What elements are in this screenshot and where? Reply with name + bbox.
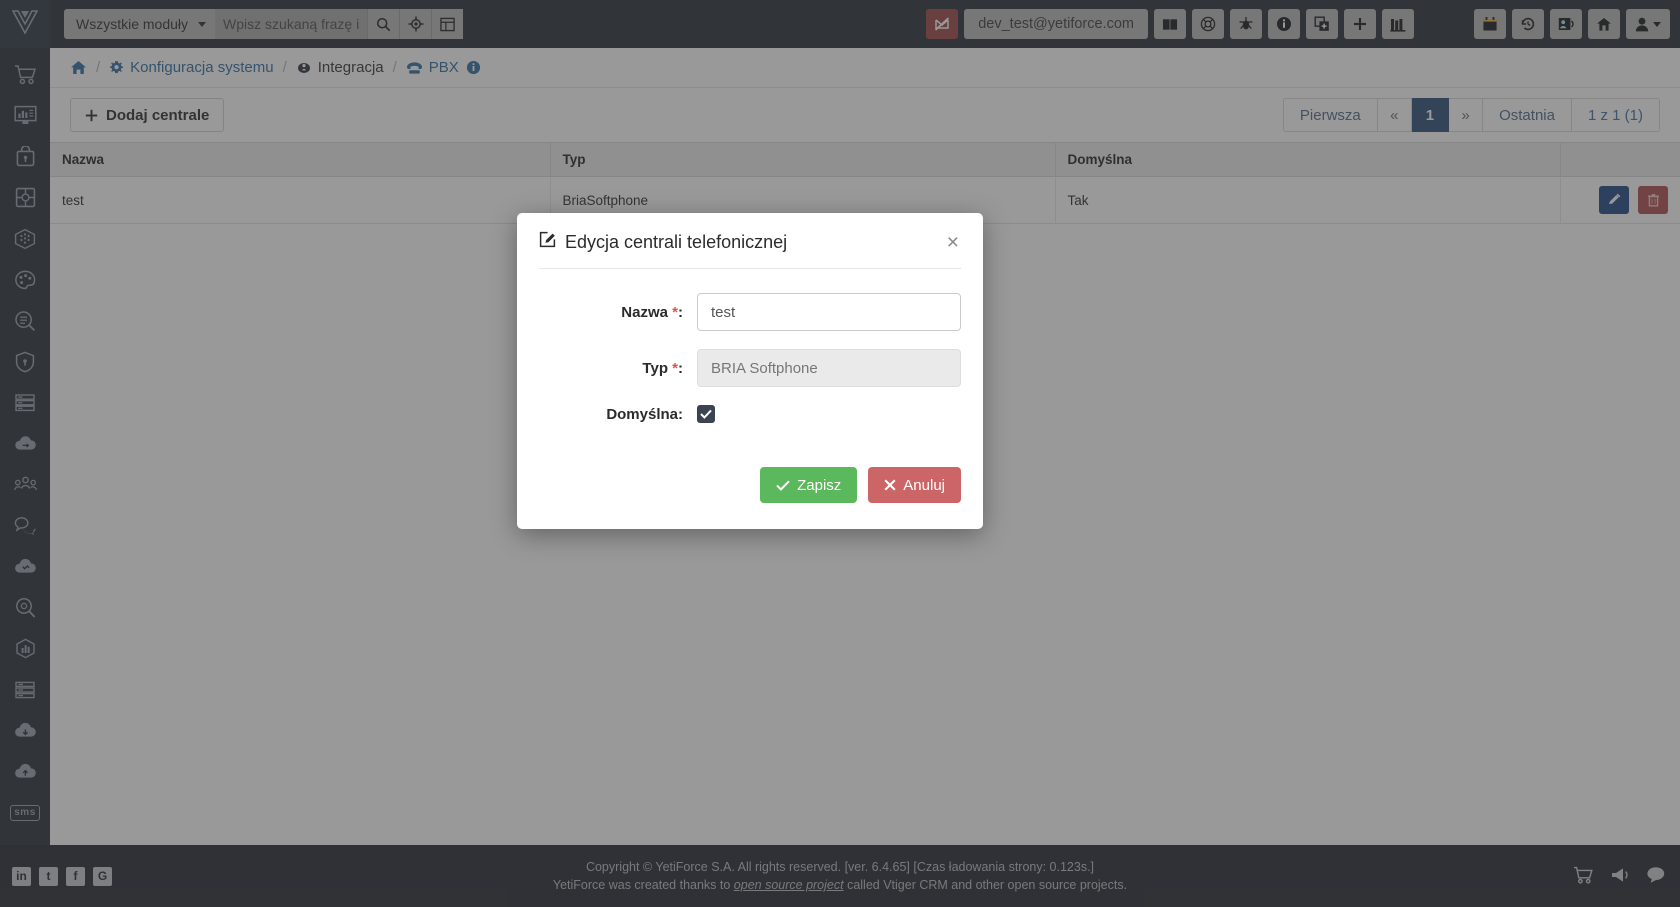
cancel-button[interactable]: Anuluj xyxy=(868,467,961,503)
nazwa-input[interactable] xyxy=(697,293,961,331)
modal-title: Edycja centrali telefonicznej xyxy=(539,231,787,253)
field-label-domyslna: Domyślna: xyxy=(606,405,683,423)
field-row-domyslna: Domyślna: xyxy=(539,405,961,423)
close-icon[interactable]: × xyxy=(945,232,961,253)
modal-header: Edycja centrali telefonicznej × xyxy=(517,213,983,263)
save-button[interactable]: Zapisz xyxy=(760,467,858,503)
field-label-typ-text: Typ xyxy=(642,359,668,377)
modal-body: Nazwa *: Typ *: Domyślna: xyxy=(517,269,983,447)
field-label-nazwa: Nazwa *: xyxy=(539,304,697,321)
times-icon xyxy=(884,479,896,491)
edit-pbx-modal: Edycja centrali telefonicznej × Nazwa *:… xyxy=(517,213,983,529)
pencil-square-icon xyxy=(539,231,556,253)
label-colon: : xyxy=(678,359,683,377)
app-root: Wszystkie moduły xyxy=(0,0,1680,907)
field-label-typ: Typ *: xyxy=(539,360,697,377)
typ-input xyxy=(697,349,961,387)
field-label-nazwa-text: Nazwa xyxy=(621,303,668,321)
label-colon: : xyxy=(678,303,683,321)
domyslna-checkbox[interactable] xyxy=(697,405,715,423)
check-icon xyxy=(776,480,790,491)
field-row-nazwa: Nazwa *: xyxy=(539,293,961,331)
modal-title-text: Edycja centrali telefonicznej xyxy=(565,231,788,252)
modal-footer: Zapisz Anuluj xyxy=(517,447,983,529)
save-button-label: Zapisz xyxy=(797,476,842,494)
field-row-typ: Typ *: xyxy=(539,349,961,387)
check-icon xyxy=(700,409,712,419)
cancel-button-label: Anuluj xyxy=(903,476,945,494)
